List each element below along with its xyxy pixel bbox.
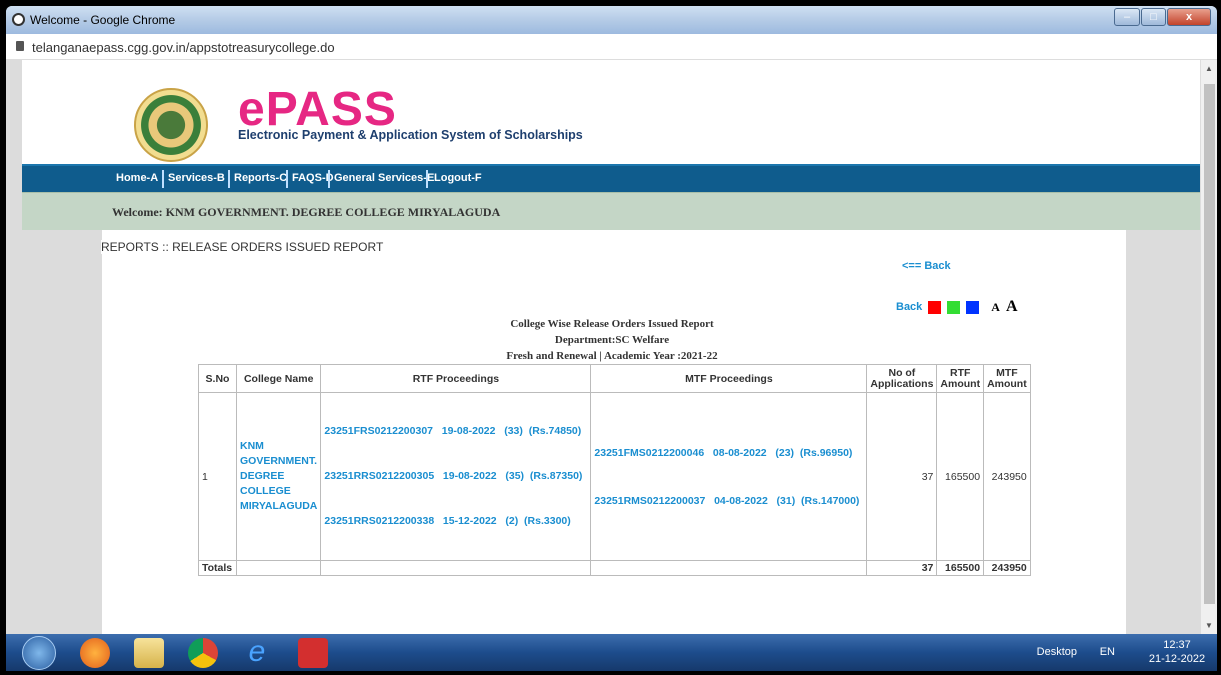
totals-label: Totals bbox=[198, 560, 237, 576]
minimize-button[interactable]: – bbox=[1114, 8, 1140, 26]
col-rtf: RTF Proceedings bbox=[320, 364, 592, 393]
totals-empty bbox=[590, 560, 868, 576]
nav-services[interactable]: Services-B bbox=[168, 172, 225, 184]
report-title: College Wise Release Orders Issued Repor… bbox=[510, 318, 714, 330]
totals-row: Totals 37 165500 243950 bbox=[198, 560, 1031, 576]
left-gutter bbox=[22, 230, 102, 634]
nav-separator bbox=[162, 170, 164, 188]
totals-empty bbox=[235, 560, 322, 576]
report-department: Department:SC Welfare bbox=[554, 334, 670, 346]
file-explorer-icon[interactable] bbox=[134, 638, 164, 668]
font-size-small-button[interactable]: A bbox=[991, 300, 1000, 315]
back-link-top[interactable]: <== Back bbox=[902, 260, 951, 272]
college-name-line[interactable]: MIRYALAGUDA bbox=[240, 499, 317, 514]
clock-time: 12:37 bbox=[1163, 639, 1191, 651]
cell-rtf-amount: 165500 bbox=[936, 392, 985, 561]
firefox-icon[interactable] bbox=[80, 638, 110, 668]
chrome-taskbar-icon[interactable] bbox=[188, 638, 218, 668]
report-titles: College Wise Release Orders Issued Repor… bbox=[412, 316, 812, 364]
font-size-large-button[interactable]: A bbox=[1006, 298, 1018, 316]
red-theme-swatch[interactable] bbox=[928, 300, 942, 314]
nav-separator bbox=[328, 170, 330, 188]
url-text[interactable]: telanganaepass.cgg.gov.in/appstotreasury… bbox=[32, 40, 335, 55]
report-content: REPORTS :: RELEASE ORDERS ISSUED REPORT … bbox=[22, 230, 1200, 634]
cell-mtf: 23251FMS0212200046 08-08-2022 (23) (Rs.9… bbox=[590, 392, 868, 561]
site-tagline: Electronic Payment & Application System … bbox=[238, 128, 583, 142]
language-indicator[interactable]: EN bbox=[1100, 646, 1115, 658]
nav-home[interactable]: Home-A bbox=[116, 172, 158, 184]
back-link[interactable]: Back bbox=[896, 301, 922, 313]
nav-separator bbox=[426, 170, 428, 188]
college-name-line[interactable]: GOVERNMENT. bbox=[240, 454, 317, 469]
maximize-button[interactable]: □ bbox=[1141, 8, 1166, 26]
breadcrumb: REPORTS :: RELEASE ORDERS ISSUED REPORT bbox=[101, 240, 390, 254]
address-bar[interactable]: telanganaepass.cgg.gov.in/appstotreasury… bbox=[6, 34, 1217, 60]
scroll-up-arrow-icon[interactable]: ▲ bbox=[1205, 64, 1213, 73]
nav-reports[interactable]: Reports-C bbox=[234, 172, 287, 184]
col-sno: S.No bbox=[198, 364, 237, 393]
telangana-emblem-logo bbox=[134, 88, 208, 162]
lock-icon bbox=[16, 41, 24, 51]
page-viewport: ePASS Electronic Payment & Application S… bbox=[6, 60, 1217, 634]
col-applications: No of Applications bbox=[866, 364, 938, 393]
start-button[interactable] bbox=[22, 636, 56, 670]
nav-separator bbox=[286, 170, 288, 188]
chrome-icon bbox=[12, 13, 25, 26]
title-bar: Welcome - Google Chrome – □ x bbox=[6, 6, 1217, 34]
col-mtf-amount: MTF Amount bbox=[983, 364, 1031, 393]
totals-rtf-amount: 165500 bbox=[936, 560, 985, 576]
window-title: Welcome - Google Chrome bbox=[30, 13, 176, 27]
totals-applications: 37 bbox=[866, 560, 938, 576]
table-header-row: S.No College Name RTF Proceedings MTF Pr… bbox=[198, 364, 1031, 393]
col-rtf-amount: RTF Amount bbox=[936, 364, 985, 393]
college-name-line[interactable]: COLLEGE bbox=[240, 484, 317, 499]
mtf-proceeding-link[interactable]: 23251FMS0212200046 08-08-2022 (23) (Rs.9… bbox=[594, 445, 863, 461]
nav-logout[interactable]: Logout-F bbox=[434, 172, 482, 184]
cell-rtf: 23251FRS0212200307 19-08-2022 (33) (Rs.7… bbox=[320, 392, 592, 561]
clock-date: 21-12-2022 bbox=[1148, 653, 1206, 665]
cell-mtf-amount: 243950 bbox=[983, 392, 1031, 561]
college-name-line[interactable]: KNM bbox=[240, 439, 317, 454]
right-gutter bbox=[1126, 230, 1200, 634]
rtf-proceeding-link[interactable]: 23251RRS0212200338 15-12-2022 (2) (Rs.33… bbox=[324, 514, 587, 529]
vertical-scrollbar[interactable]: ▲ ▼ bbox=[1200, 60, 1217, 634]
cell-college[interactable]: KNM GOVERNMENT. DEGREE COLLEGE MIRYALAGU… bbox=[235, 392, 322, 561]
cell-sno: 1 bbox=[198, 392, 237, 561]
nav-general-services[interactable]: General Services-E bbox=[334, 172, 434, 184]
release-orders-table: S.No College Name RTF Proceedings MTF Pr… bbox=[198, 364, 1031, 576]
totals-mtf-amount: 243950 bbox=[983, 560, 1031, 576]
table-row: 1 KNM GOVERNMENT. DEGREE COLLEGE MIRYALA… bbox=[198, 392, 1031, 561]
green-theme-swatch[interactable] bbox=[947, 300, 961, 314]
browser-window: Welcome - Google Chrome – □ x telanganae… bbox=[6, 6, 1217, 671]
pdf-reader-icon[interactable] bbox=[298, 638, 328, 668]
col-mtf: MTF Proceedings bbox=[590, 364, 868, 393]
nav-separator bbox=[228, 170, 230, 188]
site-header: ePASS Electronic Payment & Application S… bbox=[22, 60, 1200, 164]
welcome-text: Welcome: KNM GOVERNMENT. DEGREE COLLEGE … bbox=[112, 205, 501, 219]
rtf-proceeding-link[interactable]: 23251FRS0212200307 19-08-2022 (33) (Rs.7… bbox=[324, 424, 587, 439]
welcome-bar: Welcome: KNM GOVERNMENT. DEGREE COLLEGE … bbox=[22, 192, 1200, 230]
cell-applications: 37 bbox=[866, 392, 938, 561]
main-nav: Home-A Services-B Reports-C FAQS-D Gener… bbox=[22, 164, 1200, 192]
internet-explorer-icon[interactable]: e bbox=[242, 637, 272, 668]
mtf-proceeding-link[interactable]: 23251RMS0212200037 04-08-2022 (31) (Rs.1… bbox=[594, 493, 863, 509]
totals-empty bbox=[320, 560, 592, 576]
windows-taskbar: e Desktop EN 12:37 21-12-2022 bbox=[6, 634, 1217, 671]
scroll-thumb[interactable] bbox=[1204, 84, 1215, 604]
scroll-down-arrow-icon[interactable]: ▼ bbox=[1205, 621, 1213, 630]
clock[interactable]: 12:37 21-12-2022 bbox=[1147, 638, 1207, 666]
col-college: College Name bbox=[235, 364, 322, 393]
rtf-proceeding-link[interactable]: 23251RRS0212200305 19-08-2022 (35) (Rs.8… bbox=[324, 469, 587, 484]
report-year: Fresh and Renewal | Academic Year :2021-… bbox=[506, 350, 718, 362]
desktop-toolbar[interactable]: Desktop bbox=[1037, 646, 1077, 658]
college-name-line[interactable]: DEGREE bbox=[240, 469, 317, 484]
blue-theme-swatch[interactable] bbox=[966, 300, 980, 314]
back-toolbar: Back A A bbox=[896, 298, 1018, 316]
close-button[interactable]: x bbox=[1167, 8, 1211, 26]
